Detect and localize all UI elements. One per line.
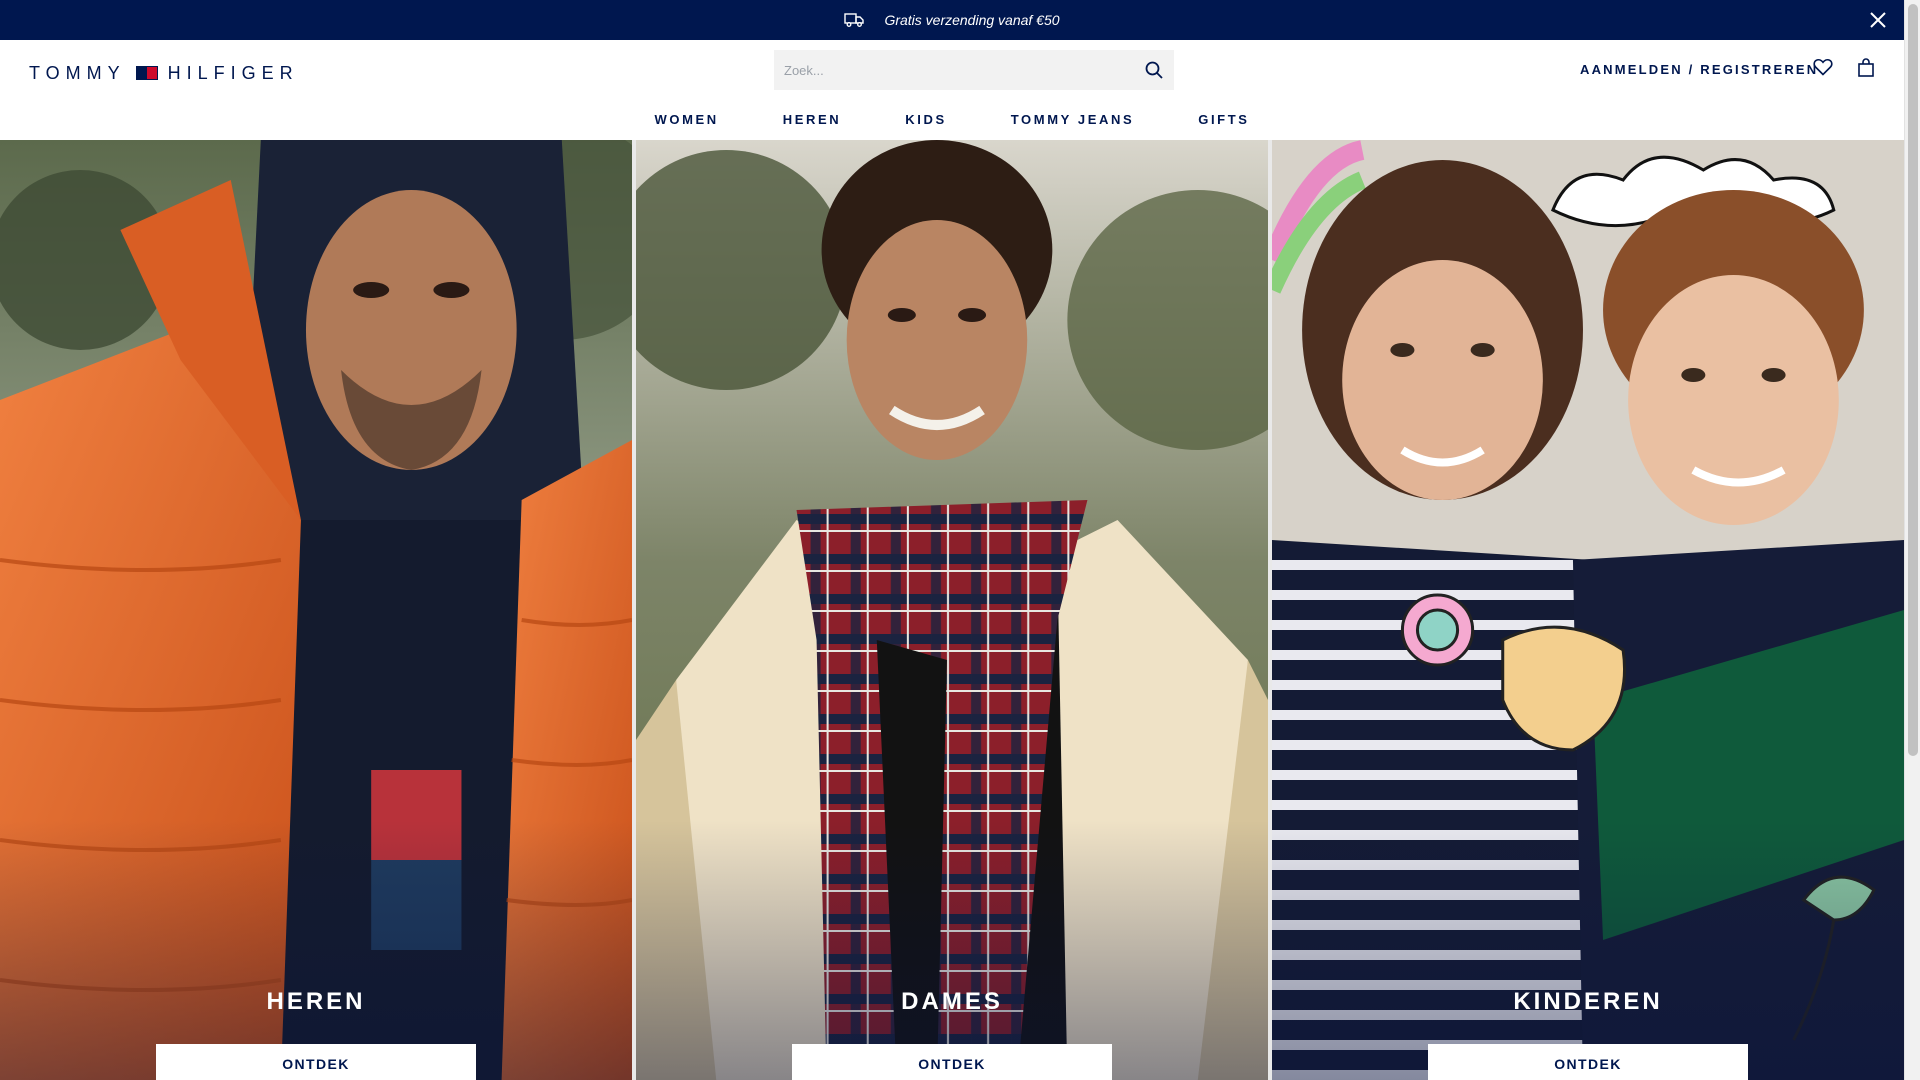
hero-panel-kinderen[interactable]: KINDEREN ONTDEK [1272, 140, 1904, 1080]
heart-icon[interactable] [1813, 58, 1833, 81]
discover-button[interactable]: ONTDEK [1428, 1044, 1748, 1080]
search-input[interactable] [774, 50, 1134, 90]
tommy-hilfiger-logo[interactable]: TOMMY HILFIGER [29, 62, 299, 84]
promo-banner: Gratis verzending vanaf €50 [0, 0, 1904, 40]
nav-item-kids[interactable]: KIDS [873, 110, 978, 140]
flag-icon [135, 66, 158, 80]
page-scrollbar[interactable] [1904, 0, 1920, 1080]
nav-item-gifts[interactable]: GIFTS [1166, 110, 1281, 140]
panel-title: HEREN [266, 988, 366, 1015]
panel-title: DAMES [901, 988, 1003, 1015]
bag-icon[interactable] [1857, 58, 1875, 83]
site-header: TOMMY HILFIGER AANMELDEN / REGISTREREN W… [0, 40, 1904, 140]
nav-item-tommy-jeans[interactable]: TOMMY JEANS [979, 110, 1166, 140]
hero-panel-dames[interactable]: DAMES ONTDEK [636, 140, 1268, 1080]
hero-panels: HEREN ONTDEK DAMES ONTDEK KINDEREN ONTDE… [0, 140, 1904, 1080]
search-icon[interactable] [1134, 50, 1174, 90]
hero-panel-heren[interactable]: HEREN ONTDEK [0, 140, 632, 1080]
truck-icon [844, 13, 865, 27]
logo-text-left: TOMMY [29, 62, 126, 83]
panel-title: KINDEREN [1513, 988, 1663, 1015]
logo-text-right: HILFIGER [167, 62, 299, 83]
nav-item-heren[interactable]: HEREN [751, 110, 874, 140]
scrollbar-thumb[interactable] [1908, 4, 1918, 756]
login-register-link[interactable]: AANMELDEN / REGISTREREN [1580, 62, 1818, 77]
discover-button[interactable]: ONTDEK [792, 1044, 1112, 1080]
discover-button[interactable]: ONTDEK [156, 1044, 476, 1080]
main-nav: WOMEN HEREN KIDS TOMMY JEANS GIFTS [0, 110, 1904, 140]
search-bar [774, 50, 1174, 90]
nav-item-women[interactable]: WOMEN [622, 110, 750, 140]
close-icon[interactable] [1866, 8, 1890, 32]
promo-text: Gratis verzending vanaf €50 [884, 12, 1060, 28]
